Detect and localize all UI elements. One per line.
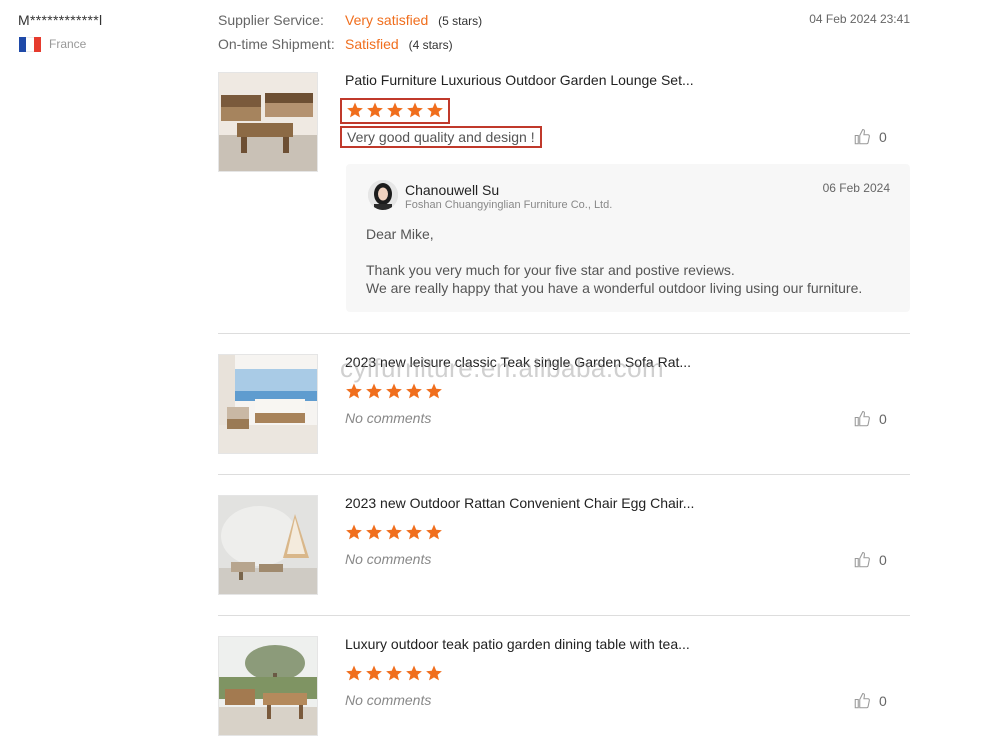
like-count: 0 — [879, 411, 887, 427]
star-icon — [347, 102, 363, 118]
product-thumbnail[interactable] — [218, 354, 318, 454]
review-comment: Very good quality and design ! — [340, 126, 542, 148]
thumbs-up-icon — [854, 128, 870, 145]
star-icon — [346, 665, 362, 681]
star-icon — [366, 665, 382, 681]
star-icon — [346, 383, 362, 399]
supplier-service-stars: (5 stars) — [438, 14, 483, 28]
product-rating-stars — [345, 523, 443, 543]
like-count: 0 — [879, 129, 887, 145]
product-thumbnail[interactable] — [218, 72, 318, 172]
reply-line: Thank you very much for your five star a… — [366, 262, 735, 278]
reply-greeting: Dear Mike, — [366, 226, 434, 242]
like-count: 0 — [879, 552, 887, 568]
star-icon — [386, 524, 402, 540]
review-item: Luxury outdoor teak patio garden dining … — [218, 636, 910, 736]
shipment-label: On-time Shipment: — [218, 36, 335, 52]
star-icon — [386, 665, 402, 681]
divider — [218, 474, 910, 475]
product-title[interactable]: Luxury outdoor teak patio garden dining … — [345, 636, 690, 652]
star-icon — [386, 383, 402, 399]
star-icon — [406, 665, 422, 681]
shipment-rating: Satisfied (4 stars) — [345, 36, 453, 52]
reviewer-name: M************l — [18, 12, 103, 28]
star-icon — [426, 665, 442, 681]
product-rating-stars — [345, 664, 443, 684]
product-title[interactable]: Patio Furniture Luxurious Outdoor Garden… — [345, 72, 694, 88]
star-icon — [406, 383, 422, 399]
review-item: 2023 new Outdoor Rattan Convenient Chair… — [218, 495, 910, 595]
reply-company: Foshan Chuangyinglian Furniture Co., Ltd… — [405, 199, 613, 211]
like-button[interactable]: 0 — [853, 551, 887, 569]
star-icon — [367, 102, 383, 118]
star-icon — [427, 102, 443, 118]
review-comment: No comments — [345, 410, 432, 426]
thumbs-up-icon — [854, 410, 870, 427]
product-thumbnail[interactable] — [218, 636, 318, 736]
reviewer-country: France — [49, 37, 87, 51]
supplier-service-rating: Very satisfied (5 stars) — [345, 12, 482, 28]
thumbs-up-icon — [854, 692, 870, 709]
france-flag-icon — [19, 37, 41, 52]
product-rating-stars — [340, 98, 450, 124]
review-comment: No comments — [345, 551, 432, 567]
star-icon — [426, 524, 442, 540]
supplier-service-value: Very satisfied — [345, 12, 429, 28]
star-icon — [366, 383, 382, 399]
shipment-value: Satisfied — [345, 36, 399, 52]
star-icon — [387, 102, 403, 118]
supplier-service-label: Supplier Service: — [218, 12, 324, 28]
star-icon — [426, 383, 442, 399]
review-comment: No comments — [345, 692, 432, 708]
divider — [218, 333, 910, 334]
star-icon — [407, 102, 423, 118]
like-button[interactable]: 0 — [853, 410, 887, 428]
seller-reply: Chanouwell Su Foshan Chuangyinglian Furn… — [346, 164, 910, 312]
reply-author-name: Chanouwell Su — [405, 182, 500, 198]
star-icon — [406, 524, 422, 540]
like-count: 0 — [879, 693, 887, 709]
product-thumbnail[interactable] — [218, 495, 318, 595]
like-button[interactable]: 0 — [853, 128, 887, 146]
product-title[interactable]: 2023 new Outdoor Rattan Convenient Chair… — [345, 495, 694, 511]
review-item: Patio Furniture Luxurious Outdoor Garden… — [218, 72, 910, 172]
shipment-stars: (4 stars) — [408, 38, 453, 52]
thumbs-up-icon — [854, 551, 870, 568]
star-icon — [346, 524, 362, 540]
like-button[interactable]: 0 — [853, 692, 887, 710]
watermark: cylfurniture.en.alibaba.com — [340, 353, 665, 383]
reply-line: We are really happy that you have a wond… — [366, 280, 863, 296]
review-date: 04 Feb 2024 23:41 — [809, 12, 910, 26]
reply-date: 06 Feb 2024 — [822, 181, 890, 195]
product-rating-stars — [345, 382, 443, 402]
avatar — [368, 180, 398, 210]
star-icon — [366, 524, 382, 540]
divider — [218, 615, 910, 616]
